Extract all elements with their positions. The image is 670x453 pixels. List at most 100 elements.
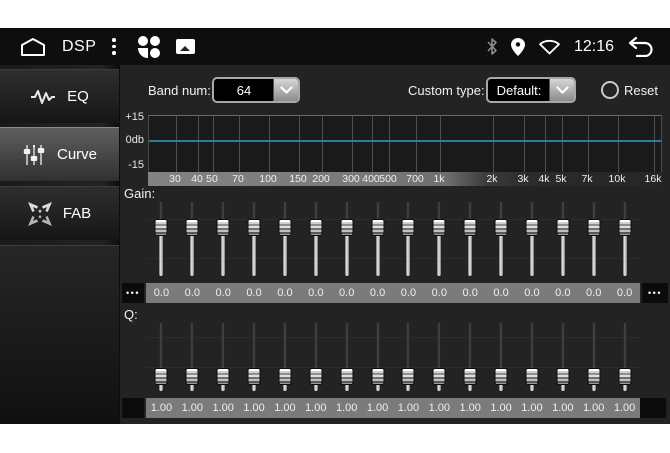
slider-thumb[interactable] (248, 368, 261, 385)
gain-slider[interactable] (486, 202, 517, 278)
slider-thumb[interactable] (155, 219, 168, 236)
wifi-icon[interactable] (538, 38, 561, 55)
overflow-menu-icon[interactable] (112, 38, 116, 55)
gain-slider[interactable] (424, 202, 455, 278)
slider-thumb[interactable] (402, 368, 415, 385)
slider-thumb[interactable] (464, 368, 477, 385)
slider-thumb[interactable] (217, 219, 230, 236)
q-slider[interactable] (300, 323, 331, 393)
gain-slider[interactable] (146, 202, 177, 278)
slider-thumb[interactable] (587, 368, 600, 385)
db-label-min: -15 (128, 159, 144, 171)
slider-track-lower (499, 385, 503, 391)
apps-clover-icon[interactable] (138, 36, 160, 58)
q-slider[interactable] (331, 323, 362, 393)
sidebar-item-fab[interactable]: FAB (0, 186, 119, 240)
band-num-dropdown[interactable]: 64 (212, 77, 300, 103)
grid-line (493, 116, 494, 172)
gain-slider[interactable] (578, 202, 609, 278)
gain-slider[interactable] (455, 202, 486, 278)
gallery-icon[interactable] (176, 39, 195, 54)
slider-thumb[interactable] (186, 219, 199, 236)
q-slider[interactable] (578, 323, 609, 393)
q-slider[interactable] (362, 323, 393, 393)
eq-curve-plot[interactable] (148, 115, 662, 172)
gain-more-right-button[interactable]: ••• (642, 283, 668, 303)
slider-thumb[interactable] (433, 219, 446, 236)
slider-thumb[interactable] (248, 219, 261, 236)
sidebar-item-eq[interactable]: EQ (0, 69, 119, 123)
slider-track-lower (283, 385, 287, 391)
sidebar-item-curve[interactable]: Curve (0, 127, 119, 181)
q-slider[interactable] (393, 323, 424, 393)
q-slider[interactable] (609, 323, 640, 393)
grid-line (440, 116, 441, 172)
gain-slider[interactable] (270, 202, 301, 278)
slider-thumb[interactable] (525, 368, 538, 385)
slider-thumb[interactable] (556, 219, 569, 236)
gain-slider[interactable] (362, 202, 393, 278)
q-slider[interactable] (455, 323, 486, 393)
gain-slider[interactable] (208, 202, 239, 278)
gain-slider[interactable] (239, 202, 270, 278)
gain-value: 0.0 (455, 283, 486, 303)
q-slider[interactable] (177, 323, 208, 393)
q-slider[interactable] (424, 323, 455, 393)
q-slider[interactable] (547, 323, 578, 393)
slider-thumb[interactable] (433, 368, 446, 385)
zero-db-line (149, 140, 661, 142)
slider-thumb[interactable] (309, 219, 322, 236)
slider-thumb[interactable] (495, 368, 508, 385)
slider-thumb[interactable] (371, 219, 384, 236)
freq-tick-label: 50 (206, 173, 218, 185)
slider-thumb[interactable] (155, 368, 168, 385)
band-num-value: 64 (214, 79, 274, 101)
slider-thumb[interactable] (309, 368, 322, 385)
slider-thumb[interactable] (340, 368, 353, 385)
q-value: 1.00 (455, 398, 486, 418)
q-value: 1.00 (177, 398, 208, 418)
gain-slider[interactable] (331, 202, 362, 278)
gain-slider[interactable] (517, 202, 548, 278)
sidebar-item-label: EQ (67, 88, 89, 105)
slider-track-lower (437, 236, 441, 276)
bluetooth-icon[interactable] (486, 37, 498, 56)
slider-thumb[interactable] (618, 219, 631, 236)
reset-radio[interactable] (601, 81, 619, 99)
slider-thumb[interactable] (217, 368, 230, 385)
gain-slider[interactable] (547, 202, 578, 278)
home-icon[interactable] (20, 37, 46, 57)
gain-slider[interactable] (177, 202, 208, 278)
slider-thumb[interactable] (618, 368, 631, 385)
freq-tick-label: 1k (433, 173, 444, 185)
q-slider[interactable] (239, 323, 270, 393)
slider-track-upper (191, 323, 194, 368)
back-return-icon[interactable] (627, 36, 654, 57)
slider-track-lower (283, 236, 287, 276)
gain-slider[interactable] (393, 202, 424, 278)
slider-thumb[interactable] (464, 219, 477, 236)
slider-thumb[interactable] (525, 219, 538, 236)
custom-type-dropdown[interactable]: Default: (486, 77, 576, 103)
gain-more-left-button[interactable]: ••• (122, 283, 144, 303)
gain-sliders-row (146, 202, 640, 278)
location-pin-icon[interactable] (511, 38, 525, 56)
q-slider[interactable] (146, 323, 177, 393)
q-slider[interactable] (208, 323, 239, 393)
slider-thumb[interactable] (556, 368, 569, 385)
q-slider[interactable] (486, 323, 517, 393)
slider-thumb[interactable] (278, 219, 291, 236)
gain-slider[interactable] (300, 202, 331, 278)
gain-slider[interactable] (609, 202, 640, 278)
slider-thumb[interactable] (186, 368, 199, 385)
slider-thumb[interactable] (402, 219, 415, 236)
freq-tick-label: 40 (191, 173, 203, 185)
slider-thumb[interactable] (587, 219, 600, 236)
slider-thumb[interactable] (495, 219, 508, 236)
freq-tick-label: 150 (289, 173, 307, 185)
slider-thumb[interactable] (340, 219, 353, 236)
slider-thumb[interactable] (278, 368, 291, 385)
slider-thumb[interactable] (371, 368, 384, 385)
q-slider[interactable] (517, 323, 548, 393)
q-slider[interactable] (270, 323, 301, 393)
